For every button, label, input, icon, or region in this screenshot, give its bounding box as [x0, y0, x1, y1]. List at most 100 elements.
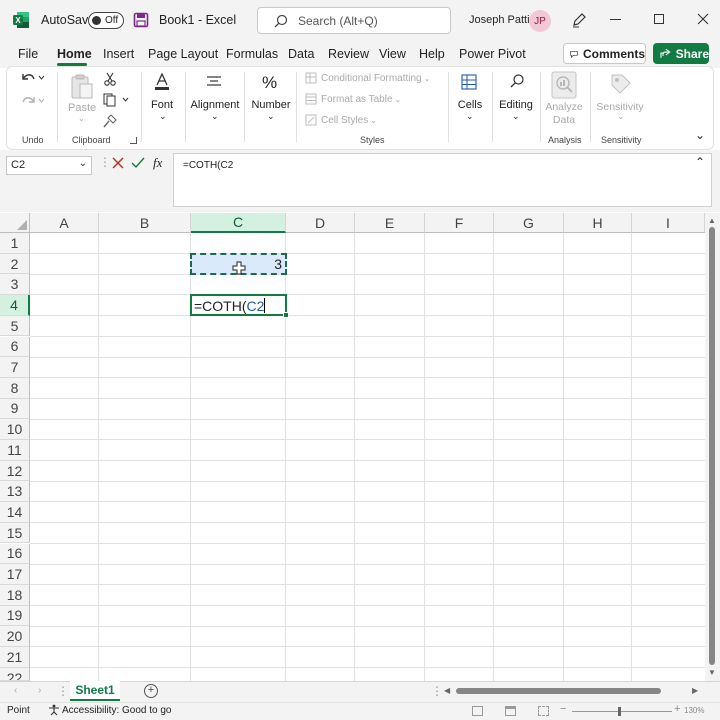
row-header-22[interactable]: 22	[0, 667, 30, 681]
share-button[interactable]: Share	[653, 43, 709, 64]
sheet-prev-icon[interactable]: ‹	[14, 685, 17, 696]
comments-button[interactable]: Comments	[563, 43, 646, 64]
column-header-f[interactable]: F	[425, 213, 494, 233]
column-header-i[interactable]: I	[632, 213, 705, 233]
tab-view[interactable]: View	[379, 47, 406, 61]
row-header-21[interactable]: 21	[0, 647, 30, 668]
number-button-label[interactable]: Number	[249, 99, 293, 111]
scroll-down-icon[interactable]: ▼	[708, 668, 716, 677]
pen-icon[interactable]	[571, 12, 587, 28]
ribbon-collapse-icon[interactable]: ⌄	[695, 128, 705, 142]
select-all-corner[interactable]	[0, 213, 30, 233]
copy-icon[interactable]	[103, 93, 131, 107]
scroll-left-icon[interactable]: ◀	[444, 686, 450, 695]
name-box[interactable]: C2 ⌄	[6, 156, 92, 175]
add-sheet-icon[interactable]: +	[144, 684, 158, 698]
zoom-level[interactable]: 130%	[684, 706, 704, 715]
tab-file[interactable]: File	[18, 47, 38, 61]
insert-function-button[interactable]: fx	[153, 155, 162, 171]
vertical-scrollbar[interactable]: ▲ ▼	[705, 213, 720, 681]
row-header-3[interactable]: 3	[0, 274, 30, 296]
scroll-right-icon[interactable]: ▶	[692, 686, 698, 695]
ribbon-separator	[492, 72, 493, 142]
fill-handle[interactable]	[283, 312, 289, 319]
accessibility-status[interactable]: Accessibility: Good to go	[62, 705, 172, 716]
cut-icon[interactable]	[103, 72, 117, 86]
tab-power-pivot[interactable]: Power Pivot	[459, 47, 526, 61]
horizontal-scroll-thumb[interactable]	[456, 688, 661, 694]
app-name: Excel	[205, 13, 237, 27]
close-icon[interactable]	[697, 13, 709, 25]
row-header-18[interactable]: 18	[0, 584, 30, 606]
row-header-2[interactable]: 2	[0, 253, 30, 275]
gridline	[30, 335, 705, 337]
column-header-e[interactable]: E	[355, 213, 425, 233]
cells-button-label[interactable]: Cells	[454, 99, 486, 111]
row-header-19[interactable]: 19	[0, 605, 30, 627]
title-separator: -	[197, 13, 206, 27]
save-icon[interactable]	[133, 12, 149, 28]
sheet-tabs-more-icon[interactable]: ⋮	[57, 684, 69, 698]
tab-home[interactable]: Home	[57, 47, 92, 61]
undo-icon[interactable]	[20, 71, 44, 85]
tab-formulas[interactable]: Formulas	[226, 47, 278, 61]
tab-help[interactable]: Help	[419, 47, 445, 61]
cancel-entry-icon[interactable]	[112, 157, 124, 169]
row-header-15[interactable]: 15	[0, 522, 30, 544]
row-header-9[interactable]: 9	[0, 398, 30, 420]
zoom-slider-thumb[interactable]	[618, 707, 621, 716]
row-header-8[interactable]: 8	[0, 377, 30, 399]
row-header-16[interactable]: 16	[0, 543, 30, 565]
minimize-icon[interactable]	[610, 19, 621, 20]
row-header-20[interactable]: 20	[0, 626, 30, 647]
tab-data[interactable]: Data	[288, 47, 314, 61]
row-header-14[interactable]: 14	[0, 502, 30, 523]
clipboard-launcher-icon[interactable]	[130, 137, 137, 144]
row-header-7[interactable]: 7	[0, 357, 30, 378]
editing-button-label[interactable]: Editing	[496, 99, 536, 111]
scroll-up-icon[interactable]: ▲	[708, 216, 716, 225]
column-header-d[interactable]: D	[286, 213, 355, 233]
row-header-13[interactable]: 13	[0, 481, 30, 503]
column-header-a[interactable]: A	[30, 213, 99, 233]
row-header-1[interactable]: 1	[0, 233, 30, 254]
search-box[interactable]: Search (Alt+Q)	[257, 7, 451, 34]
page-layout-view-icon[interactable]	[505, 706, 516, 716]
row-header-11[interactable]: 11	[0, 440, 30, 461]
zoom-in-icon[interactable]: +	[674, 703, 680, 715]
sheet-next-icon[interactable]: ›	[38, 685, 41, 696]
row-header-17[interactable]: 17	[0, 564, 30, 585]
column-header-h[interactable]: H	[564, 213, 632, 233]
normal-view-icon[interactable]	[472, 706, 483, 716]
alignment-button-label[interactable]: Alignment	[188, 99, 242, 111]
column-header-b[interactable]: B	[99, 213, 191, 233]
page-break-view-icon[interactable]	[538, 706, 549, 716]
zoom-slider[interactable]	[572, 707, 672, 716]
font-button-label[interactable]: Font	[146, 99, 178, 111]
accessibility-icon[interactable]	[48, 704, 60, 716]
confirm-entry-icon[interactable]	[131, 157, 145, 169]
zoom-out-icon[interactable]: −	[560, 703, 566, 715]
sheet-tab-sheet1[interactable]: Sheet1	[70, 681, 120, 701]
column-header-c[interactable]: C	[191, 213, 286, 233]
row-header-5[interactable]: 5	[0, 315, 30, 337]
format-painter-icon[interactable]	[103, 114, 117, 128]
formula-collapse-icon[interactable]: ⌃	[695, 155, 705, 169]
autosave-toggle[interactable]: Off	[88, 12, 124, 29]
row-header-12[interactable]: 12	[0, 460, 30, 482]
column-header-g[interactable]: G	[494, 213, 564, 233]
row-header-6[interactable]: 6	[0, 336, 30, 358]
maximize-icon[interactable]	[654, 14, 664, 24]
vertical-scroll-thumb[interactable]	[709, 227, 715, 665]
gridline	[98, 233, 99, 681]
tab-page-layout[interactable]: Page Layout	[148, 47, 218, 61]
formula-input[interactable]: =COTH(C2 ⌃	[173, 153, 712, 207]
user-name[interactable]: Joseph Patti	[469, 14, 530, 26]
avatar[interactable]: JP	[529, 10, 551, 32]
cell-c4-editor[interactable]: =COTH(C2	[190, 294, 289, 319]
tab-insert[interactable]: Insert	[103, 47, 134, 61]
row-header-4[interactable]: 4	[0, 295, 30, 316]
row-header-10[interactable]: 10	[0, 419, 30, 440]
name-box-dropdown-icon[interactable]: ⌄	[79, 158, 87, 169]
tab-review[interactable]: Review	[328, 47, 369, 61]
